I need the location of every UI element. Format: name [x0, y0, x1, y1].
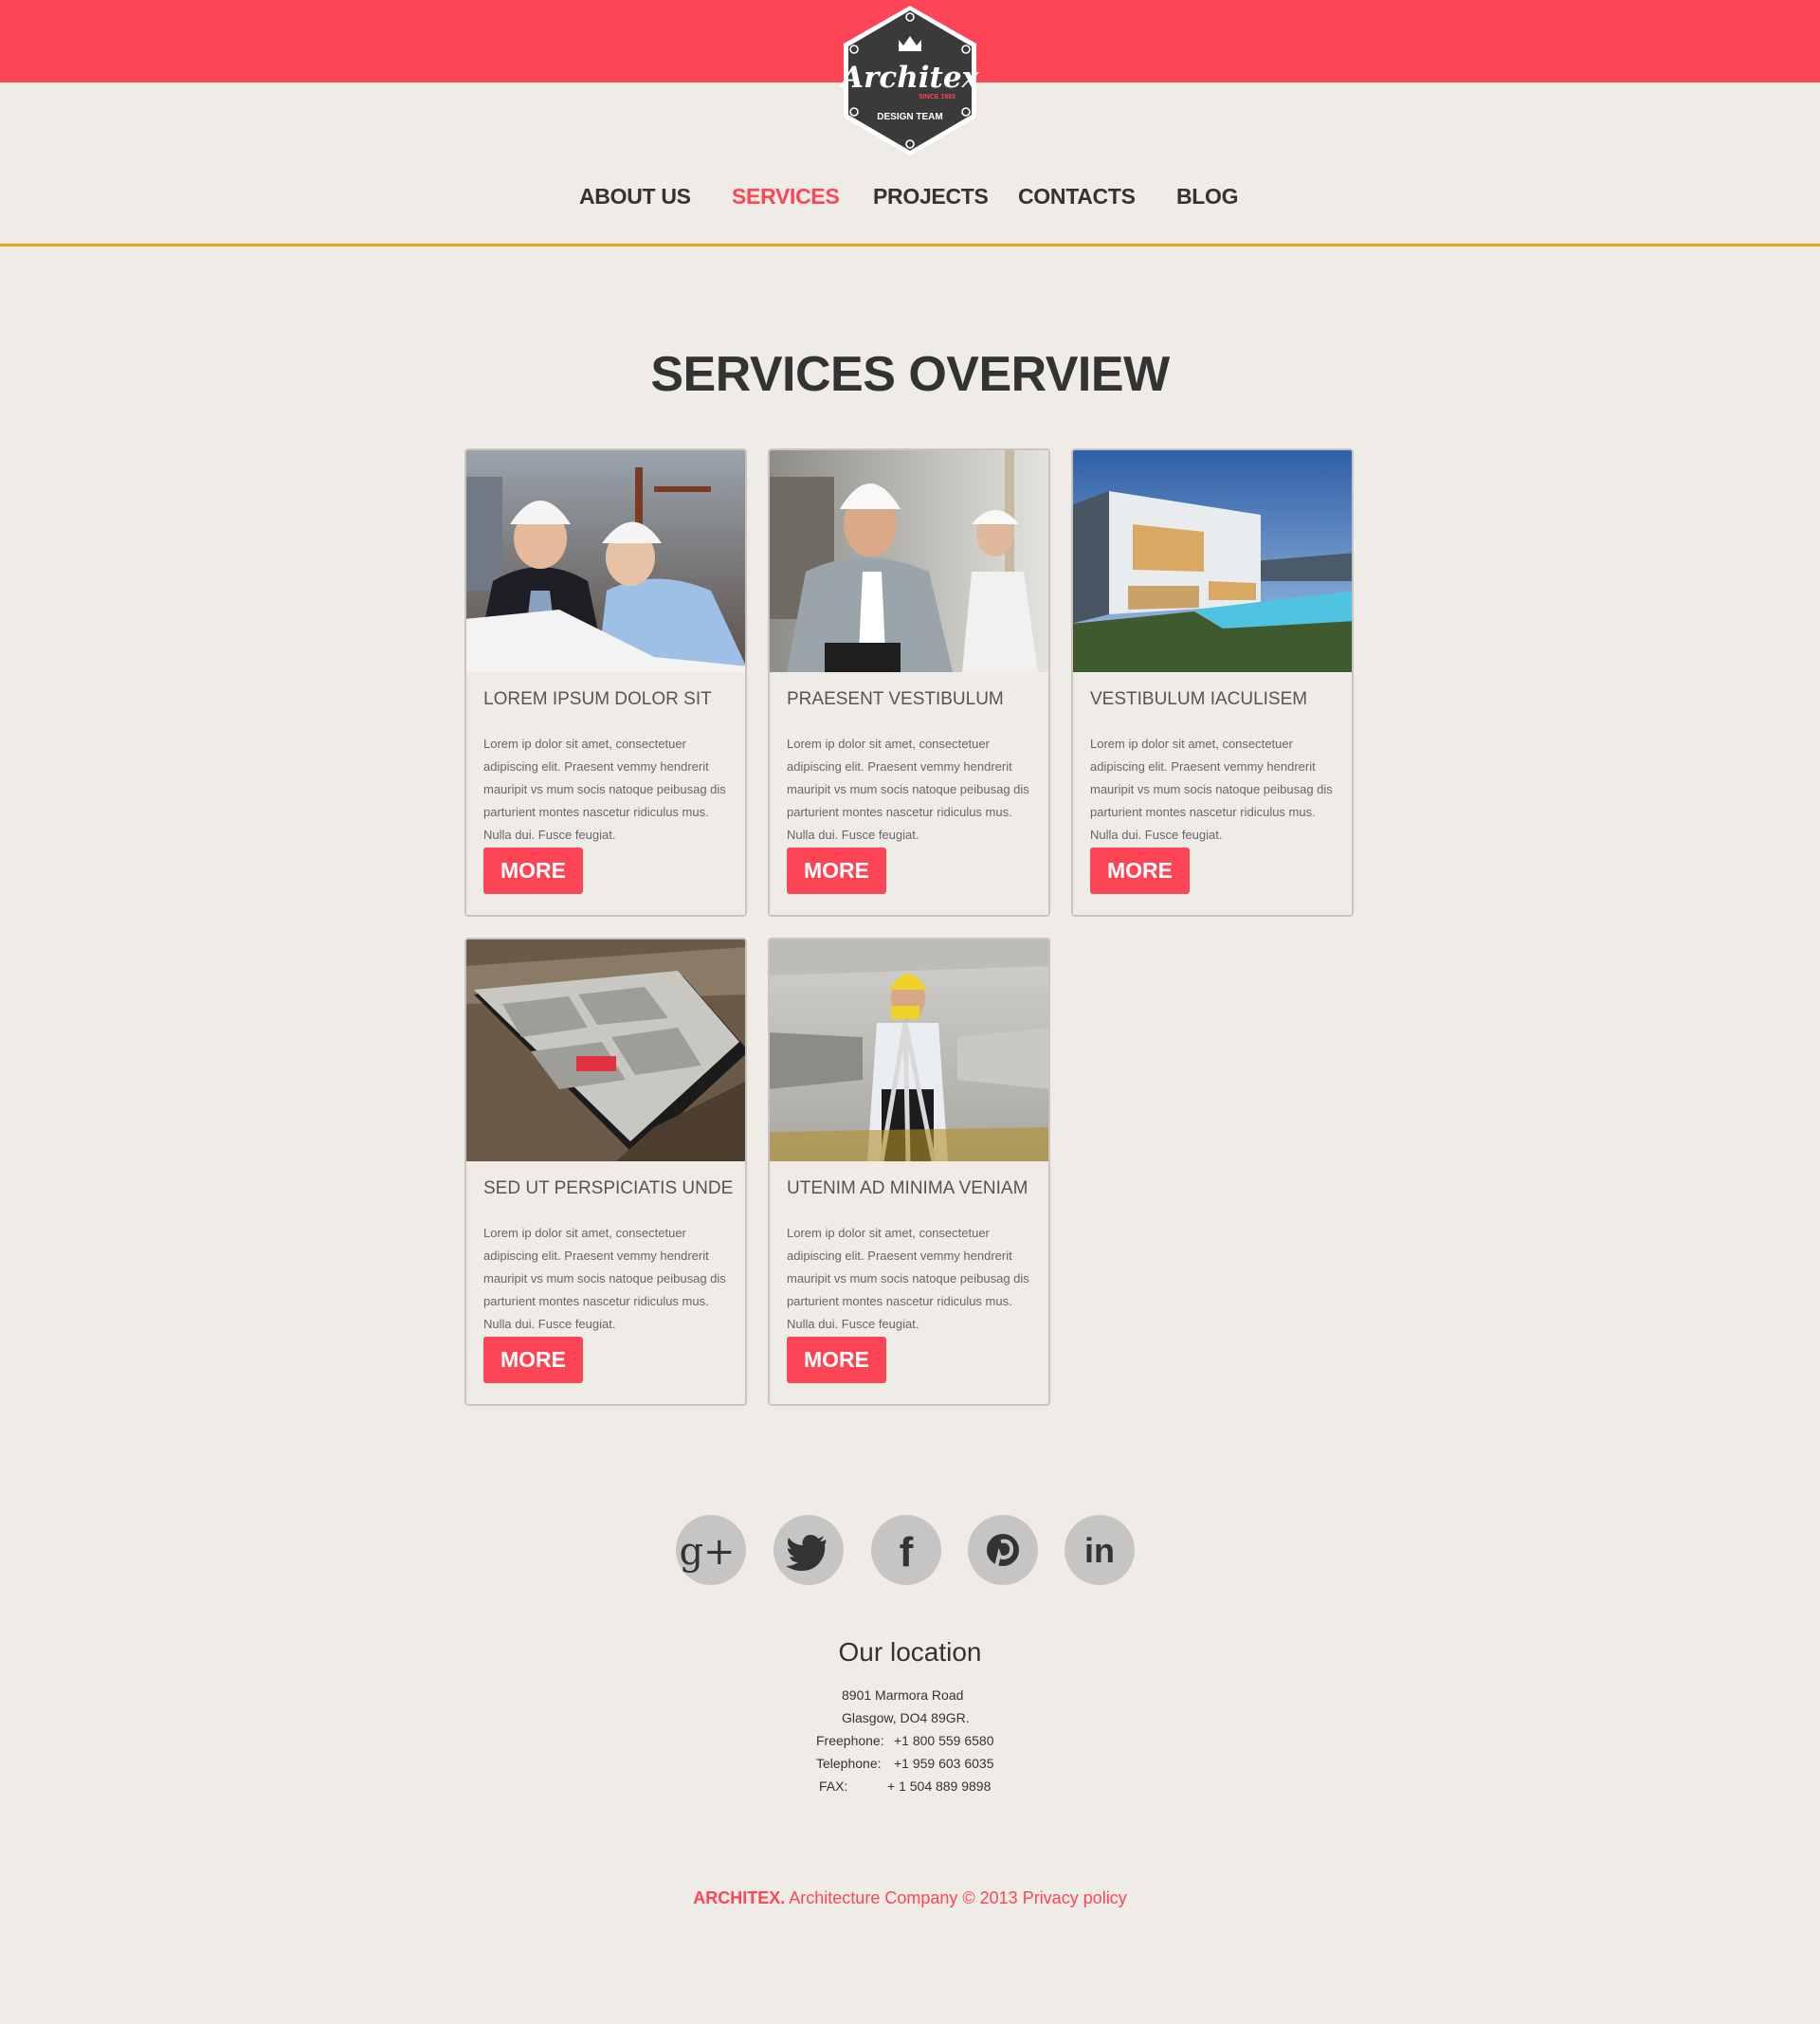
address-street: 8901 Marmora Road — [842, 1687, 964, 1703]
card-text: Lorem ip dolor sit amet, consectetuer ad… — [483, 737, 726, 842]
svg-text:SINCE 1983: SINCE 1983 — [919, 94, 956, 100]
card-title: PRAESENT VESTIBULUM — [787, 689, 1004, 709]
engineers-photo — [466, 450, 745, 672]
nav-about-us[interactable]: ABOUT US — [579, 184, 691, 210]
page-title: SERVICES OVERVIEW — [650, 347, 1170, 402]
footer: ARCHITEX. Architecture Company © 2013 Pr… — [0, 1888, 1820, 1908]
foundation-photo — [466, 939, 745, 1161]
svg-text:g+: g+ — [679, 1530, 735, 1574]
google-plus-icon[interactable]: g+ — [676, 1515, 746, 1585]
fax-label: FAX: — [819, 1778, 848, 1794]
svg-text:Architex: Architex — [840, 61, 980, 95]
more-button[interactable]: MORE — [483, 848, 583, 894]
facebook-icon[interactable]: f — [871, 1515, 941, 1585]
pinterest-icon[interactable] — [968, 1515, 1038, 1585]
more-button[interactable]: MORE — [1090, 848, 1190, 894]
modern-house-photo — [1073, 450, 1352, 672]
businessman-photo — [770, 450, 1048, 672]
card-title: VESTIBULUM IACULISEM — [1090, 689, 1308, 709]
card-text: Lorem ip dolor sit amet, consectetuer ad… — [787, 1226, 1029, 1331]
address-city: Glasgow, DO4 89GR. — [842, 1710, 970, 1725]
footer-brand: ARCHITEX. — [693, 1888, 786, 1907]
more-button[interactable]: MORE — [787, 1337, 886, 1383]
main-nav: ABOUT US SERVICES PROJECTS CONTACTS BLOG — [0, 184, 1820, 218]
more-button[interactable]: MORE — [483, 1337, 583, 1383]
card-title: SED UT PERSPICIATIS UNDE — [483, 1178, 734, 1198]
card-title: UTENIM AD MINIMA VENIAM — [787, 1178, 1028, 1198]
service-card: LOREM IPSUM DOLOR SIT Lorem ip dolor sit… — [464, 448, 747, 917]
logo[interactable]: Architex SINCE 1983 DESIGN TEAM — [840, 4, 980, 157]
logo-badge-icon: Architex SINCE 1983 DESIGN TEAM — [840, 6, 980, 155]
freephone-label: Freephone: — [816, 1733, 884, 1748]
service-card: VESTIBULUM IACULISEM Lorem ip dolor sit … — [1071, 448, 1354, 917]
nav-contacts[interactable]: CONTACTS — [1018, 184, 1136, 210]
surveyor-photo — [770, 939, 1048, 1161]
card-title: LOREM IPSUM DOLOR SIT — [483, 689, 712, 709]
card-text: Lorem ip dolor sit amet, consectetuer ad… — [483, 1226, 726, 1331]
footer-copyright: Architecture Company © 2013 — [785, 1888, 1023, 1907]
twitter-icon[interactable] — [774, 1515, 844, 1585]
nav-projects[interactable]: PROJECTS — [873, 184, 989, 210]
freephone-number: +1 800 559 6580 — [894, 1733, 994, 1748]
svg-text:in: in — [1084, 1531, 1115, 1570]
nav-blog[interactable]: BLOG — [1176, 184, 1239, 210]
telephone-number: +1 959 603 6035 — [894, 1756, 994, 1771]
svg-text:f: f — [900, 1529, 914, 1576]
location-title: Our location — [838, 1637, 982, 1667]
service-card: PRAESENT VESTIBULUM Lorem ip dolor sit a… — [768, 448, 1050, 917]
more-button[interactable]: MORE — [787, 848, 886, 894]
privacy-policy-link[interactable]: Privacy policy — [1023, 1888, 1127, 1907]
service-card: SED UT PERSPICIATIS UNDE Lorem ip dolor … — [464, 938, 747, 1406]
linkedin-icon[interactable]: in — [1065, 1515, 1135, 1585]
telephone-label: Telephone: — [816, 1756, 882, 1771]
service-card: UTENIM AD MINIMA VENIAM Lorem ip dolor s… — [768, 938, 1050, 1406]
nav-divider — [0, 244, 1820, 246]
card-text: Lorem ip dolor sit amet, consectetuer ad… — [787, 737, 1029, 842]
svg-text:DESIGN TEAM: DESIGN TEAM — [877, 112, 942, 122]
card-text: Lorem ip dolor sit amet, consectetuer ad… — [1090, 737, 1333, 842]
nav-services[interactable]: SERVICES — [732, 184, 840, 210]
fax-number: + 1 504 889 9898 — [887, 1778, 992, 1794]
